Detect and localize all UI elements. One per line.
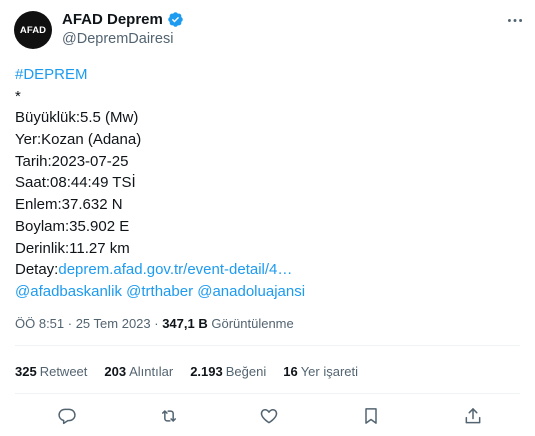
depth-line: Derinlik:11.27 km [15, 239, 130, 257]
likes-count: 2.193 [190, 364, 223, 379]
magnitude-line: Büyüklük:5.5 (Mw) [15, 109, 139, 127]
action-bar [0, 404, 535, 428]
likes-label: Beğeni [225, 364, 267, 379]
tweet: AFAD AFAD Deprem @DepremDairesi #DEPREM … [0, 0, 535, 436]
like-heart-icon[interactable] [257, 404, 281, 428]
bookmarks-label: Yer işareti [300, 364, 359, 379]
date-line: Tarih:2023-07-25 [15, 152, 129, 170]
author-display-name[interactable]: AFAD Deprem [62, 11, 163, 28]
avatar[interactable]: AFAD [14, 11, 52, 49]
divider [15, 393, 520, 394]
divider [15, 345, 520, 346]
location-line: Yer:Kozan (Adana) [15, 131, 142, 149]
detail-label: Detay: [15, 261, 59, 279]
likes-stat[interactable]: 2.193 Beğeni [190, 364, 266, 379]
retweets-stat[interactable]: 325 Retweet [15, 364, 87, 379]
avatar-logo-text: AFAD [19, 24, 47, 36]
detail-link[interactable]: deprem.afad.gov.tr/event-detail/4… [58, 261, 292, 278]
retweet-icon[interactable] [157, 404, 181, 428]
tweet-meta: ÖÖ 8:51 · 25 Tem 2023 · 347,1 B Görüntül… [15, 316, 294, 331]
verified-badge-icon[interactable] [167, 11, 184, 28]
bookmarks-count: 16 [283, 364, 298, 379]
hashtag-link[interactable]: #DEPREM [15, 66, 88, 83]
views-count: 347,1 B [162, 316, 208, 331]
quotes-stat[interactable]: 203 Alıntılar [104, 364, 173, 379]
meta-separator: · [64, 316, 76, 331]
bookmarks-stat[interactable]: 16 Yer işareti [283, 364, 358, 379]
views-label: Görüntülenme [207, 316, 294, 331]
quotes-label: Alıntılar [129, 364, 174, 379]
engagement-stats: 325 Retweet 203 Alıntılar 2.193 Beğeni 16 Ye… [15, 364, 375, 379]
meta-separator: · [150, 316, 163, 331]
mentions-line: @afadbaskanlik @trthaber @anadoluajansi [15, 281, 525, 303]
bookmark-icon[interactable] [359, 404, 383, 428]
tweet-date[interactable]: 25 Tem 2023 [76, 316, 151, 331]
tweet-time[interactable]: ÖÖ 8:51 [15, 316, 64, 331]
longitude-line: Boylam:35.902 E [15, 217, 130, 235]
reply-icon[interactable] [55, 404, 79, 428]
author-handle[interactable]: @DepremDairesi [62, 31, 173, 47]
author-name-row: AFAD Deprem [62, 11, 184, 28]
time-line: Saat:08:44:49 TSİ [15, 174, 136, 192]
detail-line: Detay:deprem.afad.gov.tr/event-detail/4… [15, 259, 525, 281]
retweets-count: 325 [15, 364, 37, 379]
quotes-count: 203 [104, 364, 127, 379]
share-icon[interactable] [461, 404, 485, 428]
retweets-label: Retweet [39, 364, 88, 379]
mention-anadoluajansi[interactable]: @anadoluajansi [197, 283, 305, 300]
latitude-line: Enlem:37.632 N [15, 196, 123, 214]
mention-afadbaskanlik[interactable]: @afadbaskanlik [15, 283, 122, 300]
more-options-icon[interactable] [505, 11, 525, 29]
tweet-text: #DEPREM * Büyüklük:5.5 (Mw) Yer:Kozan (A… [15, 64, 525, 303]
mention-trthaber[interactable]: @trthaber [126, 283, 193, 300]
asterisk-line: * [15, 87, 21, 105]
